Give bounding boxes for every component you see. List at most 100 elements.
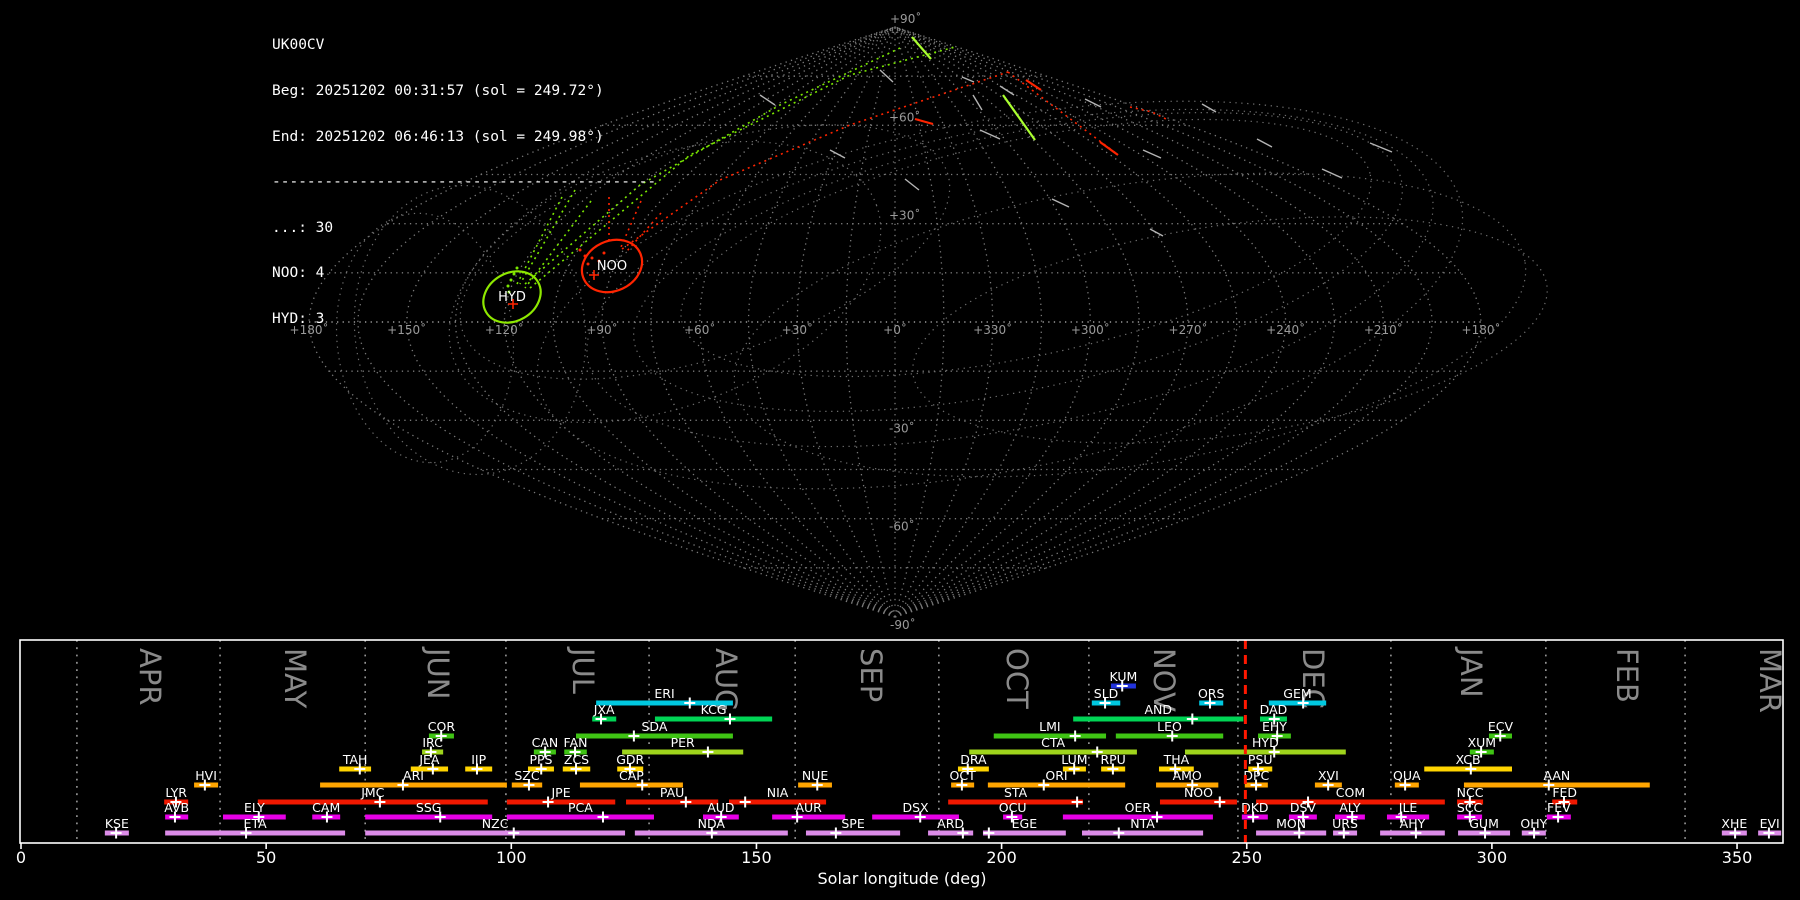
peak-marker (684, 697, 696, 709)
count-hyd: HYD: 3 (272, 311, 325, 328)
shower-label: QUA (1393, 768, 1421, 783)
shower-jxa: JXA (592, 702, 617, 725)
shower-label: NUE (802, 768, 828, 783)
shower-label: AUR (795, 800, 822, 815)
peak-marker (983, 827, 995, 839)
shower-nue: NUE (798, 768, 832, 791)
shower-evi: EVI (1758, 816, 1782, 839)
month-label-jul: JUL (566, 646, 600, 694)
shower-label: JPE (551, 785, 571, 800)
shower-label: ETA (244, 816, 268, 831)
shower-label: LEO (1157, 719, 1182, 734)
shower-zcs: ZCS (562, 752, 591, 775)
shower-label: NOO (1184, 785, 1213, 800)
shower-qua: QUA (1393, 768, 1421, 791)
shower-label: PCA (568, 800, 593, 815)
peak-marker (1113, 827, 1125, 839)
shower-label: LMI (1039, 719, 1060, 734)
shower-cam: CAM (312, 800, 340, 823)
axis-tick-label: 50 (256, 848, 276, 867)
shower-bar (506, 814, 654, 820)
shower-label: STA (1004, 785, 1028, 800)
shower-bar (506, 799, 616, 805)
shower-bar (1082, 830, 1204, 836)
axis-tick-label: 150 (741, 848, 772, 867)
month-label-mar: MAR (1753, 648, 1787, 713)
axis-tick-label: 100 (496, 848, 527, 867)
shower-label: MON (1276, 816, 1306, 831)
shower-label: SDA (642, 719, 668, 734)
shower-jpe: JPE (506, 785, 616, 808)
shower-iip: IIP (465, 752, 493, 775)
shower-avb: AVB (164, 800, 189, 823)
shower-bar (257, 799, 488, 805)
shower-nda: NDA (634, 816, 788, 839)
shower-pau: PAU (626, 785, 719, 808)
shower-ege: EGE (982, 816, 1066, 839)
month-label-jun: JUN (421, 646, 455, 699)
shower-label: PER (671, 735, 695, 750)
shower-label: DSX (902, 800, 929, 815)
shower-bar (654, 716, 773, 722)
shower-label: PSU (1248, 752, 1273, 767)
shower-sld: SLD (1091, 686, 1121, 709)
shower-xhe: XHE (1721, 816, 1747, 839)
shower-label: ERI (654, 686, 674, 701)
shower-label: PAU (660, 785, 684, 800)
session-begin: Beg: 20251202 00:31:57 (sol = 249.72°) (272, 83, 604, 100)
peak-marker (1071, 796, 1083, 808)
shower-label: NTA (1130, 816, 1155, 831)
shower-label: SPE (841, 816, 864, 831)
shower-bar (365, 814, 493, 820)
shower-label: KCG (701, 702, 727, 717)
month-label-feb: FEB (1610, 648, 1644, 703)
shower-label: CTA (1041, 735, 1065, 750)
peak-marker (739, 796, 751, 808)
month-label-sep: SEP (854, 648, 888, 702)
shower-label: HVI (195, 768, 217, 783)
shower-label: EGE (1012, 816, 1038, 831)
axis-tick-label: 350 (1722, 848, 1753, 867)
month-label-jan: JAN (1454, 646, 1488, 698)
shower-label: AHY (1400, 816, 1426, 831)
shower-label: IRC (422, 735, 443, 750)
shower-bar (365, 830, 626, 836)
shower-label: DRA (960, 752, 987, 767)
shower-label: ORI (1045, 768, 1067, 783)
shower-kse: KSE (105, 816, 129, 839)
station-id: UK00CV (272, 37, 325, 54)
axis-tick-label: 300 (1477, 848, 1508, 867)
shower-label: AMO (1173, 768, 1202, 783)
shower-xcb: XCB (1424, 752, 1513, 775)
peak-marker (628, 730, 640, 742)
count-noo: NOO: 4 (272, 265, 325, 282)
shower-bar (576, 733, 733, 739)
peak-marker (597, 811, 609, 823)
shower-bar (626, 799, 719, 805)
shower-label: SSG (416, 800, 442, 815)
shower-dpc: DPC (1243, 768, 1270, 791)
shower-bar (165, 830, 346, 836)
shower-label: ORS (1198, 686, 1225, 701)
month-label-oct: OCT (1000, 648, 1034, 709)
shower-label: OER (1125, 800, 1152, 815)
shower-ors: ORS (1198, 686, 1225, 709)
shower-bar (982, 830, 1066, 836)
month-label-may: MAY (278, 648, 312, 709)
shower-hvi: HVI (194, 768, 219, 791)
shower-bar (1256, 830, 1327, 836)
shower-oct: OCT (950, 768, 976, 791)
shower-label: COM (1336, 785, 1365, 800)
shower-label: GEM (1283, 686, 1311, 701)
axis-tick-label: 200 (986, 848, 1017, 867)
shower-label: AND (1144, 702, 1172, 717)
shower-label: URS (1332, 816, 1358, 831)
shower-bar (805, 830, 901, 836)
shower-label: XCB (1456, 752, 1481, 767)
peak-marker (702, 746, 714, 758)
shower-fev: FEV (1546, 800, 1571, 823)
shower-rpu: RPU (1100, 752, 1126, 775)
shower-label: TAH (342, 752, 368, 767)
peak-marker (508, 827, 520, 839)
shower-ohy: OHY (1520, 816, 1548, 839)
